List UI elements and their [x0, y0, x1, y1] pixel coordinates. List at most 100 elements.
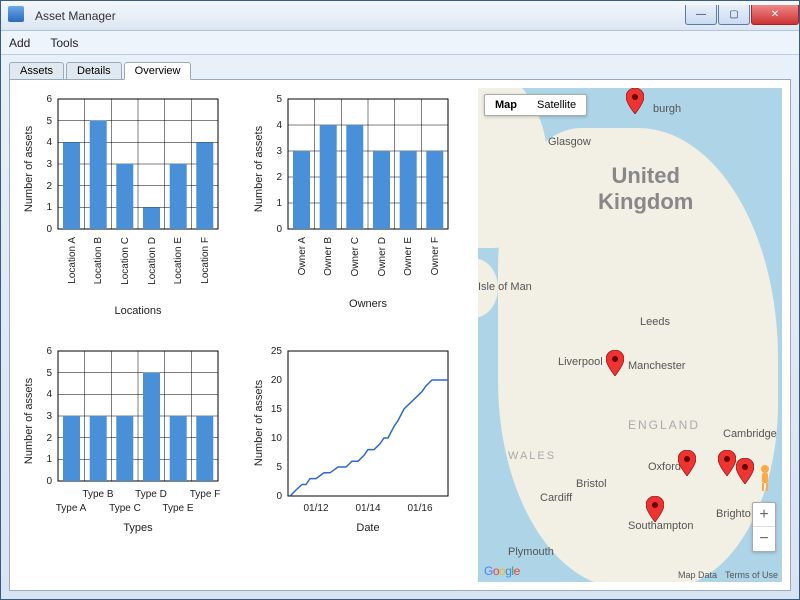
tab-details[interactable]: Details	[66, 62, 122, 79]
map-type-map[interactable]: Map	[485, 95, 527, 115]
window-title: Asset Manager	[1, 9, 684, 23]
zoom-in-button[interactable]: +	[753, 503, 775, 527]
pegman-icon[interactable]	[756, 464, 774, 492]
city-leeds: Leeds	[640, 316, 670, 328]
svg-text:4: 4	[46, 137, 52, 148]
city-cardiff: Cardiff	[540, 492, 572, 504]
svg-text:0: 0	[276, 491, 282, 502]
svg-text:4: 4	[276, 120, 282, 131]
window-buttons: — ▢ ✕	[684, 5, 799, 27]
map-type-satellite[interactable]: Satellite	[527, 95, 586, 115]
chart-locations: 0 1 2 3 4 5 6 Location A Location B Loca…	[18, 88, 238, 330]
region-england: ENGLAND	[628, 418, 700, 432]
map-pin[interactable]	[646, 496, 664, 522]
svg-text:Type C: Type C	[109, 503, 141, 514]
close-button[interactable]: ✕	[751, 5, 799, 25]
app-window: Asset Manager — ▢ ✕ Add Tools Assets Det…	[0, 0, 800, 600]
svg-text:2: 2	[46, 181, 52, 192]
city-liverpool: Liverpool	[558, 356, 603, 368]
y-ticks: 0 1 2 3 4 5	[276, 94, 282, 235]
svg-text:Owner C: Owner C	[350, 237, 361, 276]
ylabel: Number of assets	[23, 125, 35, 212]
svg-text:3: 3	[276, 146, 282, 157]
chart-frame	[288, 351, 448, 496]
chart-owners: 0 1 2 3 4 5 Owner A Owner B Owner C Owne…	[248, 88, 468, 330]
tab-assets[interactable]: Assets	[9, 62, 64, 79]
map-panel[interactable]: Map Satellite United Kingdom Glasgow bur…	[478, 88, 782, 582]
maximize-button[interactable]: ▢	[718, 5, 750, 25]
svg-text:01/12: 01/12	[303, 503, 328, 514]
svg-text:Location C: Location C	[120, 237, 131, 285]
xlabel: Date	[356, 522, 379, 534]
map-pin[interactable]	[736, 458, 754, 484]
svg-text:6: 6	[46, 346, 52, 357]
xlabel: Types	[123, 522, 153, 534]
svg-text:Location D: Location D	[147, 237, 158, 285]
svg-text:5: 5	[276, 462, 282, 473]
ylabel: Number of assets	[253, 379, 265, 466]
map-type-control: Map Satellite	[484, 94, 587, 116]
city-cambridge: Cambridge	[723, 428, 777, 440]
svg-text:Type B: Type B	[82, 489, 113, 500]
region-wales: WALES	[508, 450, 556, 462]
svg-text:Owner A: Owner A	[297, 237, 308, 276]
x-ticks: Type A Type B Type C Type D Type E Type …	[56, 489, 221, 514]
terms-link[interactable]: Terms of Use	[725, 570, 778, 580]
svg-text:Type E: Type E	[162, 503, 193, 514]
menu-add[interactable]: Add	[9, 36, 30, 50]
city-manchester: Manchester	[628, 360, 685, 372]
chart-grid	[58, 351, 218, 481]
svg-text:5: 5	[276, 94, 282, 105]
city-bristol: Bristol	[576, 478, 607, 490]
city-isle: Isle of Man	[478, 281, 532, 293]
google-logo: Google	[484, 564, 520, 578]
map-footer: Map Data Terms of Use	[678, 570, 778, 580]
map-data-link[interactable]: Map Data	[678, 570, 717, 580]
map-pin[interactable]	[626, 88, 644, 114]
city-plymouth: Plymouth	[508, 546, 554, 558]
minimize-button[interactable]: —	[685, 5, 717, 25]
city-glasgow: Glasgow	[548, 136, 591, 148]
svg-text:15: 15	[271, 404, 283, 415]
svg-text:1: 1	[46, 454, 52, 465]
svg-text:5: 5	[46, 368, 52, 379]
svg-text:20: 20	[271, 375, 283, 386]
svg-text:Owner E: Owner E	[403, 237, 414, 276]
svg-text:6: 6	[46, 94, 52, 105]
svg-text:0: 0	[46, 224, 52, 235]
svg-text:10: 10	[271, 433, 283, 444]
titlebar: Asset Manager — ▢ ✕	[1, 1, 799, 31]
menu-tools[interactable]: Tools	[50, 36, 78, 50]
svg-text:Type D: Type D	[135, 489, 167, 500]
svg-text:5: 5	[46, 116, 52, 127]
x-ticks: Owner A Owner B Owner C Owner D Owner E …	[297, 237, 441, 277]
x-ticks: 01/12 01/14 01/16	[303, 503, 432, 514]
map-pin[interactable]	[678, 450, 696, 476]
chart-grid	[58, 99, 218, 229]
country-label: United Kingdom	[598, 163, 693, 215]
svg-text:1: 1	[276, 198, 282, 209]
svg-text:Owner F: Owner F	[430, 237, 441, 275]
svg-text:Location F: Location F	[200, 237, 211, 284]
svg-text:3: 3	[46, 159, 52, 170]
svg-text:0: 0	[276, 224, 282, 235]
svg-text:Owner B: Owner B	[323, 237, 334, 276]
menubar: Add Tools	[1, 31, 799, 55]
svg-text:Type A: Type A	[56, 503, 87, 514]
map-pin[interactable]	[718, 450, 736, 476]
svg-text:1: 1	[46, 202, 52, 213]
map-pin[interactable]	[606, 350, 624, 376]
svg-text:Location E: Location E	[173, 237, 184, 285]
xlabel: Locations	[114, 305, 162, 317]
svg-text:2: 2	[276, 172, 282, 183]
svg-text:01/16: 01/16	[407, 503, 432, 514]
svg-text:01/14: 01/14	[355, 503, 380, 514]
svg-text:3: 3	[46, 411, 52, 422]
svg-text:Location A: Location A	[67, 237, 78, 284]
zoom-out-button[interactable]: −	[753, 527, 775, 551]
y-ticks: 0 1 2 3 4 5 6	[46, 94, 52, 235]
line-series	[290, 380, 448, 496]
ylabel: Number of assets	[253, 125, 265, 212]
tab-overview[interactable]: Overview	[124, 62, 192, 80]
ylabel: Number of assets	[23, 377, 35, 464]
